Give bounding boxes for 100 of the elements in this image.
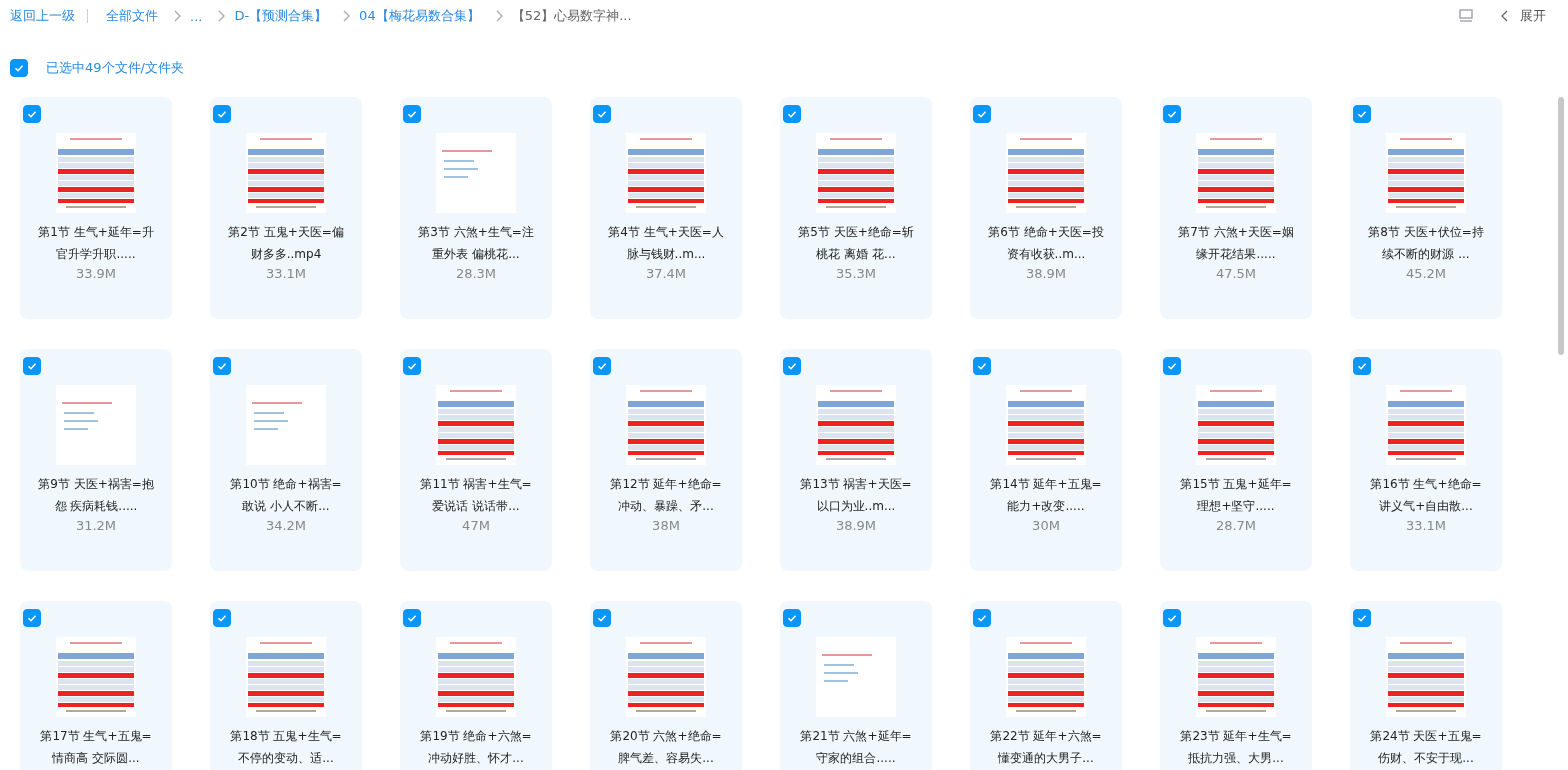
chevron-left-icon — [1500, 10, 1508, 22]
file-checkbox[interactable] — [1353, 105, 1371, 123]
file-name: 第15节 五鬼+延年=理想+坚守..... — [1179, 476, 1293, 515]
file-card[interactable]: 第4节 生气+天医=人脉与钱财..m... 37.4M — [590, 97, 742, 319]
file-checkbox[interactable] — [213, 609, 231, 627]
file-card[interactable]: 第10节 绝命+祸害=敢说 小人不断... 34.2M — [210, 349, 362, 571]
file-name: 第14节 延年+五鬼=能力+改变..... — [989, 476, 1103, 515]
breadcrumb-item[interactable]: 【52】心易数字神... — [511, 7, 632, 25]
file-checkbox[interactable] — [973, 357, 991, 375]
file-card[interactable]: 第13节 祸害+天医=以口为业..m... 38.9M — [780, 349, 932, 571]
file-card[interactable]: 第9节 天医+祸害=抱怨 疾病耗钱..... 31.2M — [20, 349, 172, 571]
file-size: 45.2M — [1405, 266, 1447, 281]
file-card[interactable]: 第3节 六煞+生气=注重外表 偏桃花... 28.3M — [400, 97, 552, 319]
file-size: 33.1M — [1405, 518, 1447, 533]
file-size: 47.5M — [1215, 266, 1257, 281]
file-size: 30M — [1032, 518, 1060, 533]
file-name: 第23节 延年+生气=抵抗力强、大男... — [1179, 728, 1293, 767]
chevron-right-icon — [218, 10, 227, 22]
file-checkbox[interactable] — [23, 357, 41, 375]
file-size: 38M — [652, 518, 680, 533]
file-size: 37.4M — [645, 266, 687, 281]
file-card[interactable]: 第1节 生气+延年=升官升学升职..... 33.9M — [20, 97, 172, 319]
file-name: 第5节 天医+绝命=斩桃花 离婚 花... — [798, 224, 914, 263]
file-size: 38.9M — [1025, 266, 1067, 281]
file-checkbox[interactable] — [403, 609, 421, 627]
file-card[interactable]: 第12节 延年+绝命=冲动、暴躁、矛... 38M — [590, 349, 742, 571]
file-name: 第9节 天医+祸害=抱怨 疾病耗钱..... — [38, 476, 154, 515]
file-checkbox[interactable] — [403, 357, 421, 375]
file-size: 34.2M — [265, 518, 307, 533]
file-name: 第12节 延年+绝命=冲动、暴躁、矛... — [609, 476, 723, 515]
file-checkbox[interactable] — [1353, 357, 1371, 375]
file-name: 第3节 六煞+生气=注重外表 偏桃花... — [418, 224, 534, 263]
file-name: 第1节 生气+延年=升官升学升职..... — [38, 224, 154, 263]
file-card[interactable]: 第8节 天医+伏位=持续不断的财源 ... 45.2M — [1350, 97, 1502, 319]
file-size: 31.2M — [75, 518, 117, 533]
file-checkbox[interactable] — [973, 105, 991, 123]
file-checkbox[interactable] — [783, 105, 801, 123]
file-checkbox[interactable] — [1163, 357, 1181, 375]
file-checkbox[interactable] — [1163, 609, 1181, 627]
file-card[interactable]: 第22节 延年+六煞=懂变通的大男子... — [970, 601, 1122, 770]
file-card[interactable]: 第11节 祸害+生气=爱说话 说话带... 47M — [400, 349, 552, 571]
file-checkbox[interactable] — [23, 609, 41, 627]
file-name: 第24节 天医+五鬼=伤财、不安于现... — [1369, 728, 1483, 767]
file-card[interactable]: 第7节 六煞+天医=姻缘开花结果..... 47.5M — [1160, 97, 1312, 319]
file-card[interactable]: 第17节 生气+五鬼=情商高 交际圆... — [20, 601, 172, 770]
file-name: 第11节 祸害+生气=爱说话 说话带... — [419, 476, 533, 515]
file-name: 第4节 生气+天医=人脉与钱财..m... — [608, 224, 724, 263]
file-size: 38.9M — [835, 518, 877, 533]
breadcrumb-item[interactable]: 全部文件 — [106, 7, 158, 25]
file-checkbox[interactable] — [403, 105, 421, 123]
file-checkbox[interactable] — [593, 609, 611, 627]
file-name: 第13节 祸害+天医=以口为业..m... — [799, 476, 913, 515]
file-name: 第18节 五鬼+生气=不停的变动、适... — [229, 728, 343, 767]
file-name: 第8节 天医+伏位=持续不断的财源 ... — [1368, 224, 1484, 263]
breadcrumb-item[interactable]: 04【梅花易数合集】 — [359, 7, 480, 25]
file-name: 第6节 绝命+天医=投资有收获..m... — [988, 224, 1104, 263]
file-size: 33.9M — [75, 266, 117, 281]
file-card[interactable]: 第21节 六煞+延年=守家的组合..... — [780, 601, 932, 770]
chevron-right-icon — [174, 10, 182, 22]
file-checkbox[interactable] — [783, 357, 801, 375]
file-name: 第21节 六煞+延年=守家的组合..... — [799, 728, 913, 767]
file-checkbox[interactable] — [23, 105, 41, 123]
file-name: 第2节 五鬼+天医=偏财多多..mp4 — [228, 224, 344, 263]
back-link[interactable]: 返回上一级 — [10, 7, 75, 25]
file-card[interactable]: 第14节 延年+五鬼=能力+改变..... 30M — [970, 349, 1122, 571]
breadcrumb-item[interactable]: ... — [190, 8, 203, 24]
file-size: 28.7M — [1215, 518, 1257, 533]
file-card[interactable]: 第5节 天医+绝命=斩桃花 离婚 花... 35.3M — [780, 97, 932, 319]
expand-button[interactable]: 展开 — [1500, 7, 1546, 25]
file-name: 第22节 延年+六煞=懂变通的大男子... — [989, 728, 1103, 767]
file-checkbox[interactable] — [213, 357, 231, 375]
file-checkbox[interactable] — [593, 105, 611, 123]
file-checkbox[interactable] — [973, 609, 991, 627]
file-checkbox[interactable] — [1353, 609, 1371, 627]
file-name: 第10节 绝命+祸害=敢说 小人不断... — [229, 476, 343, 515]
file-size: 28.3M — [455, 266, 497, 281]
file-name: 第16节 生气+绝命=讲义气+自由散... — [1369, 476, 1483, 515]
file-name: 第20节 六煞+绝命=脾气差、容易失... — [609, 728, 723, 767]
file-checkbox[interactable] — [1163, 105, 1181, 123]
file-card[interactable]: 第23节 延年+生气=抵抗力强、大男... — [1160, 601, 1312, 770]
file-size: 33.1M — [265, 266, 307, 281]
file-card[interactable]: 第18节 五鬼+生气=不停的变动、适... — [210, 601, 362, 770]
breadcrumb-item[interactable]: D-【预测合集】 — [234, 7, 328, 25]
file-size: 35.3M — [835, 266, 877, 281]
file-card[interactable]: 第2节 五鬼+天医=偏财多多..mp4 33.1M — [210, 97, 362, 319]
file-card[interactable]: 第20节 六煞+绝命=脾气差、容易失... — [590, 601, 742, 770]
panel-icon[interactable] — [1458, 8, 1474, 24]
file-checkbox[interactable] — [593, 357, 611, 375]
file-card[interactable]: 第19节 绝命+六煞=冲动好胜、怀才... — [400, 601, 552, 770]
file-checkbox[interactable] — [213, 105, 231, 123]
chevron-right-icon — [343, 10, 352, 22]
file-card[interactable]: 第6节 绝命+天医=投资有收获..m... 38.9M — [970, 97, 1122, 319]
select-all-checkbox[interactable] — [10, 59, 28, 77]
file-card[interactable]: 第15节 五鬼+延年=理想+坚守..... 28.7M — [1160, 349, 1312, 571]
file-name: 第19节 绝命+六煞=冲动好胜、怀才... — [419, 728, 533, 767]
file-name: 第17节 生气+五鬼=情商高 交际圆... — [39, 728, 153, 767]
chevron-right-icon — [495, 10, 504, 22]
file-card[interactable]: 第24节 天医+五鬼=伤财、不安于现... — [1350, 601, 1502, 770]
file-card[interactable]: 第16节 生气+绝命=讲义气+自由散... 33.1M — [1350, 349, 1502, 571]
file-checkbox[interactable] — [783, 609, 801, 627]
